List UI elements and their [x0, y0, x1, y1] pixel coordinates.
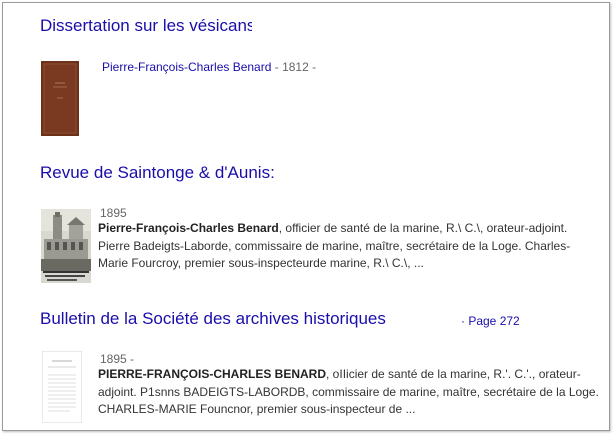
book-cover-thumbnail-2[interactable] [41, 209, 91, 283]
result-title-3[interactable]: Bulletin de la Société des archives hist… [40, 309, 386, 329]
result-year-3: 1895 - [100, 352, 135, 366]
snippet-highlight-3: PIERRE-FRANÇOIS-CHARLES BENARD [98, 367, 327, 381]
book-page-thumbnail-3[interactable] [41, 350, 83, 424]
result-title-2[interactable]: Revue de Saintonge & d'Aunis: [40, 163, 275, 183]
result-year-2: 1895 [100, 206, 127, 220]
result-snippet-3: PIERRE-FRANÇOIS-CHARLES BENARD, oIIicier… [98, 366, 603, 419]
book-cover-thumbnail-1[interactable] [41, 61, 79, 136]
engraving-thumbnail-image [41, 209, 91, 283]
search-results-panel: Dissertation sur les vésicans Pierre-Fra… [2, 2, 610, 431]
book-cover-image [41, 61, 79, 136]
result-meta-1: Pierre-François-Charles Benard - 1812 - [102, 60, 316, 75]
author-link-1[interactable]: Pierre-François-Charles Benard [102, 60, 271, 74]
result-snippet-2: Pierre-François-Charles Benard, officier… [98, 220, 596, 273]
page-scan-image [41, 350, 83, 424]
snippet-highlight-2: Pierre-François-Charles Benard [98, 221, 279, 235]
result-year-1: - 1812 - [271, 60, 317, 74]
result-title-1[interactable]: Dissertation sur les vésicans [40, 16, 252, 36]
page-272-link[interactable]: · Page 272 [461, 314, 520, 328]
